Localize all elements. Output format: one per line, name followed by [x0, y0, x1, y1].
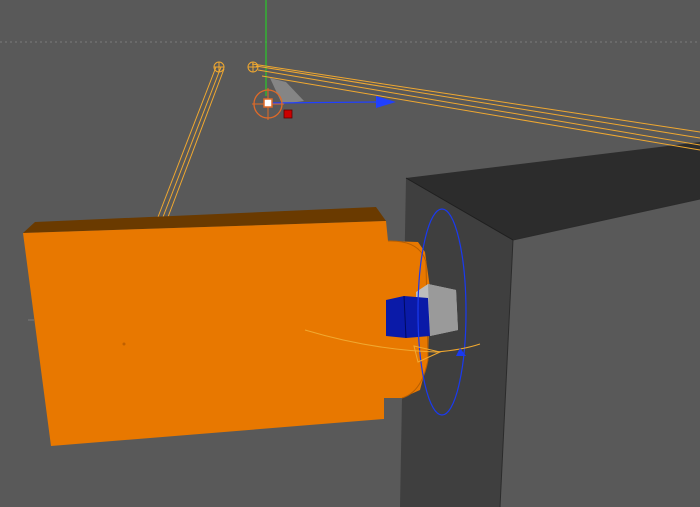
rig-line-left[interactable] — [167, 68, 225, 218]
rig-line-right[interactable] — [261, 75, 700, 151]
rig-line-right[interactable] — [251, 63, 700, 133]
rig-line-left[interactable] — [157, 66, 217, 218]
transform-gizmo[interactable] — [252, 88, 396, 120]
rig-line-right[interactable] — [257, 69, 700, 146]
gizmo-handle[interactable] — [283, 109, 293, 119]
rig-line-left[interactable] — [162, 66, 222, 218]
gizmo-center-marker[interactable] — [263, 98, 273, 108]
hinge-pin-side — [428, 284, 458, 336]
door-panel[interactable] — [23, 207, 430, 446]
viewport-scene[interactable] — [0, 0, 700, 507]
3d-viewport[interactable] — [0, 0, 700, 507]
pivot-dot — [122, 342, 126, 346]
box-side-face[interactable] — [500, 199, 700, 507]
hinge-block[interactable] — [386, 296, 430, 338]
door-panel-front-face[interactable] — [23, 221, 430, 446]
